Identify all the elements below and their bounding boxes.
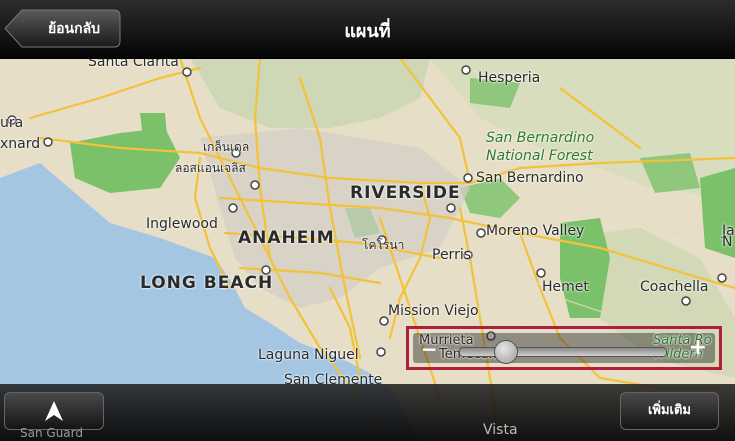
- city-label-los-angeles: ลอสแอนเจลิส: [175, 161, 246, 175]
- city-label-coachella: Coachella: [640, 279, 709, 295]
- city-label-moreno-valley: Moreno Valley: [486, 223, 585, 239]
- city-label-inglewood: Inglewood: [146, 216, 218, 232]
- zoom-track[interactable]: [459, 340, 667, 364]
- page-title: แผนที่: [344, 21, 391, 42]
- navigation-arrow-icon: [45, 401, 63, 421]
- city-label-san-bernardino: San Bernardino: [476, 170, 584, 186]
- zoom-out-button[interactable]: −: [421, 337, 438, 361]
- navigation-arrow-button[interactable]: [4, 392, 104, 430]
- city-label-perris: Perris: [432, 247, 472, 263]
- more-button[interactable]: เพิ่มเติม: [620, 392, 719, 430]
- city-label-riverside: RIVERSIDE: [350, 183, 461, 203]
- city-label-oxnard: xnard: [0, 136, 41, 152]
- city-label-ura: ura: [0, 115, 24, 131]
- park-label-san-bernardino-2: National Forest: [486, 148, 593, 164]
- city-label-n: N: [722, 234, 733, 250]
- city-label-long-beach: LONG BEACH: [140, 273, 274, 293]
- zoom-in-button[interactable]: +: [689, 335, 707, 360]
- park-label-san-bernardino-1: San Bernardino: [486, 130, 595, 146]
- top-bar: ย้อนกลับ แผนที่: [0, 0, 735, 59]
- city-label-mission-viejo: Mission Viejo: [388, 303, 479, 319]
- map-screen: Santa Clarita Hesperia ura xnard เกล็นเด…: [0, 0, 735, 441]
- city-label-hemet: Hemet: [542, 279, 589, 295]
- bottom-bar: San Guard Vista เพิ่มเติม: [0, 384, 735, 441]
- zoom-control-highlight: Murrieta Temecula Santa Ro Wildern − +: [406, 326, 722, 370]
- city-label-laguna-niguel: Laguna Niguel: [258, 347, 359, 363]
- zoom-slider[interactable]: Murrieta Temecula Santa Ro Wildern − +: [413, 333, 715, 364]
- zoom-thumb[interactable]: [494, 340, 519, 364]
- city-label-hesperia: Hesperia: [478, 70, 541, 86]
- city-label-san-guard: San Guard: [20, 426, 83, 440]
- city-label-vista: Vista: [483, 422, 518, 438]
- city-label-glendale: เกล็นเดล: [203, 140, 250, 154]
- city-label-corona: โคโรนา: [362, 238, 405, 252]
- city-label-anaheim: ANAHEIM: [238, 228, 335, 248]
